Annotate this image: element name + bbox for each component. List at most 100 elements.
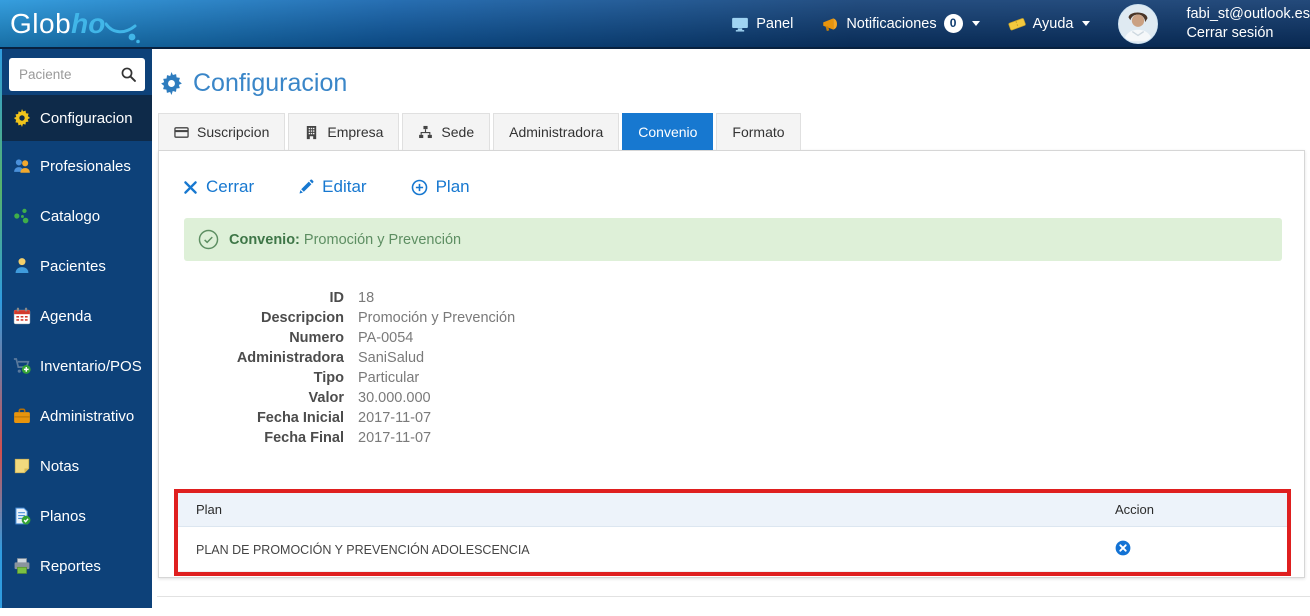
column-header-plan: Plan xyxy=(196,502,223,517)
detail-row-numero: Numero PA-0054 xyxy=(159,328,1304,348)
sidebar-item-profesionales[interactable]: Profesionales xyxy=(2,141,152,191)
search-icon xyxy=(121,67,136,82)
success-alert: Convenio: Promoción y Prevención xyxy=(184,218,1282,261)
sidebar-item-agenda[interactable]: Agenda xyxy=(2,291,152,341)
sidebar-item-label: Administrativo xyxy=(40,407,135,425)
plan-label: Plan xyxy=(435,177,470,196)
detail-label: Fecha Final xyxy=(264,430,344,446)
plan-cell: PLAN DE PROMOCIÓN Y PREVENCIÓN ADOLESCEN… xyxy=(196,542,530,557)
plan-button[interactable]: Plan xyxy=(411,177,470,197)
tab-convenio[interactable]: Convenio xyxy=(622,113,714,150)
printer-icon xyxy=(14,558,30,574)
sidebar-item-reportes[interactable]: Reportes xyxy=(2,541,152,591)
nodes-icon xyxy=(14,208,29,224)
sidebar-item-administrativo[interactable]: Administrativo xyxy=(2,391,152,441)
editar-button[interactable]: Editar xyxy=(298,177,367,197)
topbar: Glob ho Panel Notificaciones 0 Ayuda fab… xyxy=(0,0,1310,49)
calendar-icon xyxy=(13,307,31,325)
people-icon xyxy=(14,159,30,173)
tab-label: Empresa xyxy=(327,124,384,140)
tab-bar: Suscripcion Empresa Sede Administradora … xyxy=(158,113,1310,150)
chevron-down-icon xyxy=(971,21,980,26)
sidebar-item-planos[interactable]: Planos xyxy=(2,491,152,541)
detail-label: ID xyxy=(329,290,345,306)
delete-circle-icon xyxy=(1115,540,1131,556)
alert-value: Promoción y Prevención xyxy=(303,231,462,248)
detail-row-valor: Valor 30.000.000 xyxy=(159,388,1304,408)
page-title: Configuracion xyxy=(160,69,1310,98)
avatar[interactable] xyxy=(1118,3,1159,44)
detail-label: Fecha Inicial xyxy=(256,410,344,426)
user-email[interactable]: fabi_st@outlook.es xyxy=(1186,5,1310,24)
alert-text: Convenio: Promoción y Prevención xyxy=(229,232,461,248)
sidebar-nav: Configuracion Profesionales Catalogo Pac… xyxy=(2,95,152,591)
detail-value: PA-0054 xyxy=(358,330,414,346)
detail-value: 18 xyxy=(358,290,375,306)
detail-value: Promoción y Prevención xyxy=(358,310,516,326)
tab-label: Suscripcion xyxy=(197,124,270,140)
tab-formato[interactable]: Formato xyxy=(716,113,801,150)
action-cell xyxy=(1115,540,1287,559)
cerrar-label: Cerrar xyxy=(206,177,255,196)
logo-swoosh-icon xyxy=(105,22,141,43)
delete-plan-button[interactable] xyxy=(1115,540,1131,556)
detail-row-tipo: Tipo Particular xyxy=(159,368,1304,388)
check-circle-icon xyxy=(198,229,219,250)
logout-link[interactable]: Cerrar sesión xyxy=(1186,24,1310,43)
tab-label: Sede xyxy=(441,124,475,140)
detail-row-fecha-final: Fecha Final 2017-11-07 xyxy=(159,428,1304,448)
sidebar-item-notas[interactable]: Notas xyxy=(2,441,152,491)
pencil-icon xyxy=(299,179,314,194)
notifications-nav-item[interactable]: Notificaciones 0 xyxy=(821,14,980,33)
sidebar-item-configuracion[interactable]: Configuracion xyxy=(2,95,152,141)
patient-search-box xyxy=(9,58,145,91)
document-check-icon xyxy=(15,507,31,525)
tab-label: Formato xyxy=(732,124,785,140)
sidebar-item-label: Notas xyxy=(40,457,80,475)
logo-text-ho: ho xyxy=(71,7,106,39)
sitemap-icon xyxy=(419,125,433,138)
sidebar-item-pacientes[interactable]: Pacientes xyxy=(2,241,152,291)
close-icon xyxy=(184,180,197,194)
search-button[interactable] xyxy=(111,58,145,91)
tab-empresa[interactable]: Empresa xyxy=(288,113,400,150)
detail-row-fecha-inicial: Fecha Inicial 2017-11-07 xyxy=(159,408,1304,428)
cerrar-button[interactable]: Cerrar xyxy=(183,177,254,197)
app-logo[interactable]: Glob ho xyxy=(10,4,141,44)
sidebar-item-inventario-pos[interactable]: Inventario/POS xyxy=(2,341,152,391)
horn-icon xyxy=(823,17,838,31)
detail-label: Descripcion xyxy=(261,310,344,326)
tab-administradora[interactable]: Administradora xyxy=(493,113,620,150)
person-icon xyxy=(15,258,29,273)
panel-actions: Cerrar Editar Plan xyxy=(159,151,1304,197)
sticky-note-icon xyxy=(14,458,30,474)
patient-search-input[interactable] xyxy=(9,67,111,82)
topbar-nav: Panel Notificaciones 0 Ayuda fabi_st@out… xyxy=(731,3,1310,44)
detail-label: Tipo xyxy=(313,370,344,386)
tab-sede[interactable]: Sede xyxy=(402,113,491,150)
footer-divider xyxy=(157,596,1310,597)
logo-text-glob: Glob xyxy=(10,7,72,39)
detail-value: 2017-11-07 xyxy=(358,410,432,426)
main-content: Configuracion Suscripcion Empresa Sede A… xyxy=(152,49,1310,616)
tab-suscripcion[interactable]: Suscripcion xyxy=(158,113,286,150)
panel-nav-item[interactable]: Panel xyxy=(731,15,793,33)
help-nav-item[interactable]: Ayuda xyxy=(1008,15,1091,33)
detail-value: SaniSalud xyxy=(358,350,425,366)
tab-label: Administradora xyxy=(509,124,604,140)
user-photo-icon xyxy=(1119,4,1158,43)
detail-label: Valor xyxy=(308,390,344,406)
table-header: Plan Accion xyxy=(178,493,1287,527)
credit-card-icon xyxy=(174,126,189,138)
sidebar: Configuracion Profesionales Catalogo xyxy=(2,49,152,608)
briefcase-icon xyxy=(14,408,30,423)
sidebar-item-label: Pacientes xyxy=(40,257,106,275)
sidebar-item-catalogo[interactable]: Catalogo xyxy=(2,191,152,241)
convenio-panel: Cerrar Editar Plan Convenio: Promoción y… xyxy=(158,150,1305,578)
convenio-details: ID 18 Descripcion Promoción y Prevención… xyxy=(159,288,1304,448)
gear-icon xyxy=(13,109,31,127)
detail-row-descripcion: Descripcion Promoción y Prevención xyxy=(159,308,1304,328)
ticket-icon xyxy=(1008,17,1026,30)
notifications-label: Notificaciones xyxy=(846,15,937,32)
column-header-accion: Accion xyxy=(1115,502,1155,517)
